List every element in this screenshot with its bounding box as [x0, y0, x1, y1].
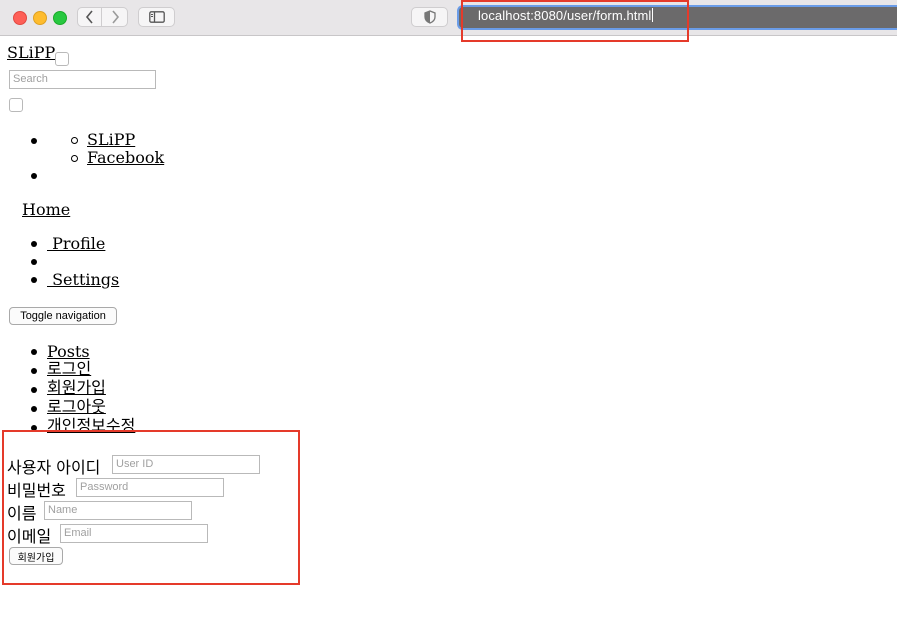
- sidebar-toggle-button[interactable]: [138, 7, 175, 27]
- form-highlight-box: [2, 430, 300, 585]
- list-bullet: [31, 349, 37, 355]
- back-button[interactable]: [77, 7, 102, 27]
- sublist-bullet: [71, 137, 78, 144]
- navbar-brand-link[interactable]: SLiPP: [7, 44, 55, 62]
- home-link[interactable]: Home: [22, 201, 70, 219]
- submenu-link-facebook[interactable]: Facebook: [87, 149, 164, 167]
- profile-link[interactable]: Profile: [47, 235, 105, 253]
- nav-link-signup[interactable]: 회원가입: [47, 379, 106, 397]
- list-bullet: [31, 241, 37, 247]
- toggle-navigation-button[interactable]: Toggle navigation: [9, 307, 117, 325]
- browser-toolbar: localhost:8080/user/form.html: [0, 0, 897, 36]
- zoom-window-button[interactable]: [53, 11, 67, 25]
- chevron-right-icon: [111, 10, 119, 24]
- forward-button[interactable]: [102, 7, 128, 27]
- submenu-link-slipp[interactable]: SLiPP: [87, 131, 135, 149]
- settings-link[interactable]: Settings: [47, 271, 119, 289]
- sublist-bullet: [71, 155, 78, 162]
- menu-checkbox[interactable]: [9, 98, 23, 112]
- list-bullet: [31, 406, 37, 412]
- minimize-window-button[interactable]: [33, 11, 47, 25]
- chevron-left-icon: [85, 10, 93, 24]
- navbar-checkbox[interactable]: [55, 52, 69, 66]
- privacy-report-button[interactable]: [411, 7, 448, 27]
- search-input[interactable]: Search: [9, 70, 156, 89]
- nav-link-login[interactable]: 로그인: [47, 360, 91, 378]
- list-bullet: [31, 259, 37, 265]
- list-bullet: [31, 138, 37, 144]
- list-bullet: [31, 387, 37, 393]
- list-bullet: [31, 368, 37, 374]
- list-bullet: [31, 173, 37, 179]
- sidebar-icon: [148, 11, 165, 23]
- list-bullet: [31, 277, 37, 283]
- url-highlight-box: [461, 0, 689, 42]
- close-window-button[interactable]: [13, 11, 27, 25]
- nav-link-logout[interactable]: 로그아웃: [47, 398, 106, 416]
- shield-icon: [423, 10, 436, 24]
